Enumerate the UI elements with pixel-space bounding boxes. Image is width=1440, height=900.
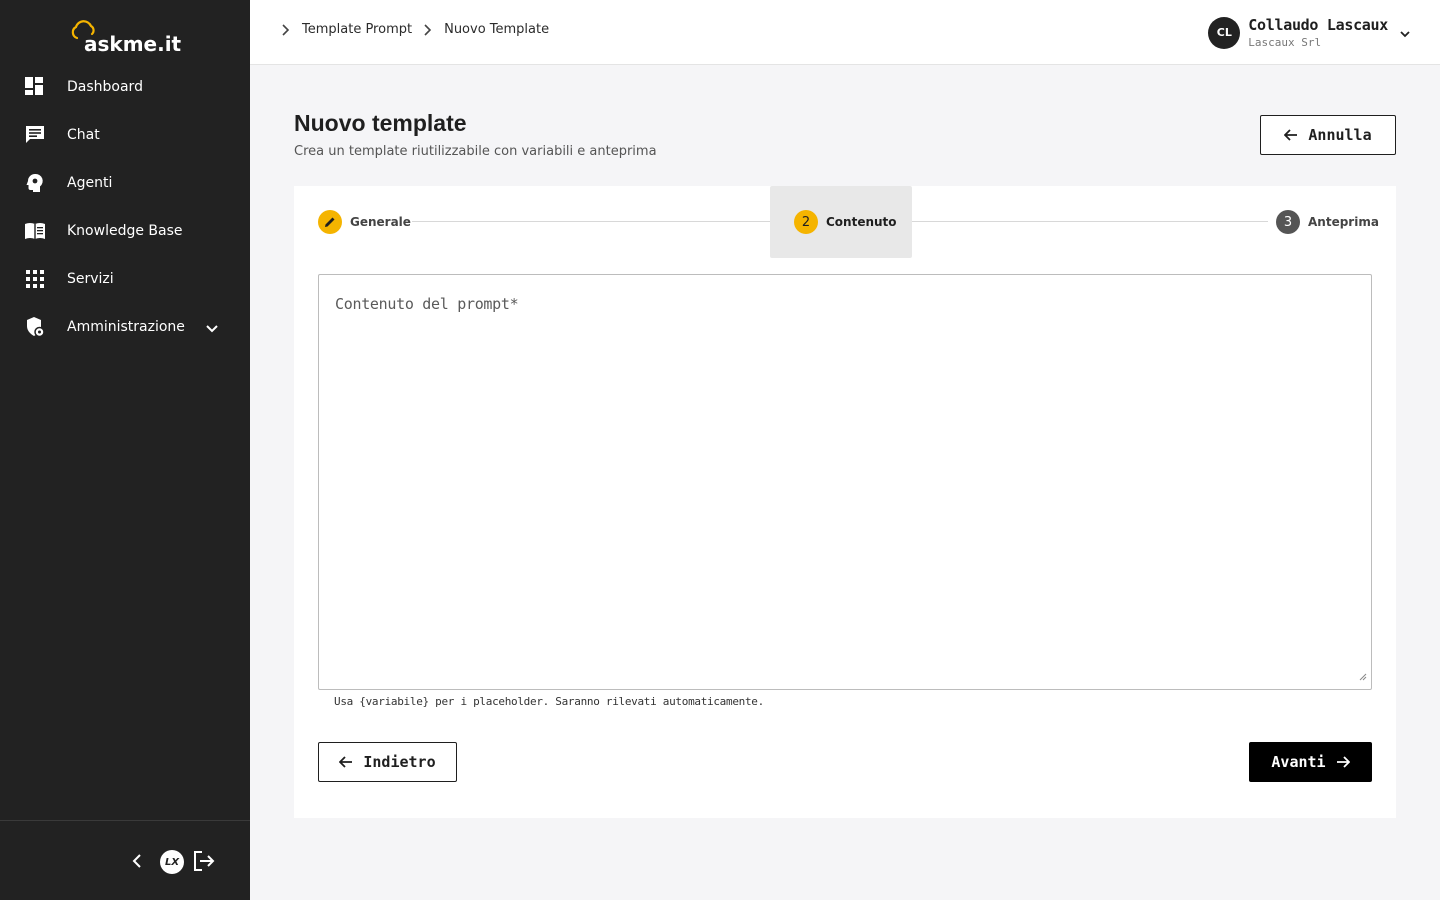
book-icon [24, 220, 46, 242]
next-button-label: Avanti [1271, 753, 1326, 771]
page-subtitle: Crea un template riutilizzabile con vari… [294, 144, 657, 159]
step-contenuto[interactable]: 2 Contenuto [794, 210, 897, 234]
step-generale[interactable]: Generale [318, 210, 411, 234]
sidebar-item-amministrazione[interactable]: Amministrazione [0, 303, 250, 351]
grid-icon [24, 268, 46, 290]
sidebar-item-label: Dashboard [67, 79, 143, 95]
step-number: 2 [794, 210, 818, 234]
edit-pencil-icon [318, 210, 342, 234]
logout-icon[interactable] [193, 851, 215, 875]
sidebar-item-label: Agenti [67, 175, 113, 191]
prompt-content-textarea[interactable]: Contenuto del prompt* [318, 274, 1372, 690]
page-title: Nuovo template [294, 110, 467, 136]
chevron-down-icon[interactable] [1400, 23, 1410, 42]
arrow-left-icon [339, 756, 353, 768]
step-label: Generale [350, 215, 411, 229]
stepper-connector [912, 221, 1268, 222]
cancel-button-label: Annulla [1308, 126, 1372, 144]
sidebar-item-agenti[interactable]: Agenti [0, 159, 250, 207]
step-number: 3 [1276, 210, 1300, 234]
resize-handle-icon[interactable] [1357, 666, 1367, 685]
collapse-sidebar-icon[interactable] [132, 853, 142, 872]
textarea-label: Contenuto del prompt* [335, 295, 519, 313]
sidebar-item-dashboard[interactable]: Dashboard [0, 63, 250, 111]
user-name: Collaudo Lascaux [1248, 16, 1388, 34]
sidebar-item-label: Knowledge Base [67, 223, 183, 239]
chevron-right-icon [282, 23, 290, 36]
helper-text: Usa {variabile} per i placeholder. Saran… [334, 695, 764, 708]
sidebar-item-label: Chat [67, 127, 100, 143]
breadcrumb-current: Nuovo Template [444, 22, 550, 37]
arrow-left-icon [1284, 129, 1298, 141]
chevron-right-icon [424, 23, 432, 36]
sidebar-item-servizi[interactable]: Servizi [0, 255, 250, 303]
back-button-label: Indietro [363, 753, 436, 771]
next-button[interactable]: Avanti [1249, 742, 1372, 782]
breadcrumb: Template Prompt Nuovo Template [282, 22, 561, 37]
step-label: Anteprima [1308, 215, 1379, 229]
chevron-down-icon[interactable] [206, 318, 218, 337]
sidebar-item-label: Servizi [67, 271, 114, 287]
cancel-button[interactable]: Annulla [1260, 115, 1396, 155]
step-anteprima[interactable]: 3 Anteprima [1276, 210, 1379, 234]
admin-shield-icon [24, 316, 46, 338]
breadcrumb-template-prompt[interactable]: Template Prompt [302, 22, 412, 37]
agent-head-icon [24, 172, 46, 194]
arrow-right-icon [1336, 756, 1350, 768]
dashboard-icon [24, 76, 46, 98]
wizard-card: Generale 2 Contenuto 3 Anteprima Contenu… [294, 186, 1396, 818]
chat-icon [24, 124, 46, 146]
sidebar-nav: Dashboard Chat Agenti Knowledge Base Ser… [0, 63, 250, 351]
lascaux-badge-icon[interactable]: LX [160, 850, 184, 874]
user-info: Collaudo Lascaux Lascaux Srl [1248, 16, 1388, 49]
sidebar-footer: LX [0, 820, 250, 900]
sidebar-item-chat[interactable]: Chat [0, 111, 250, 159]
step-label: Contenuto [826, 215, 897, 229]
sidebar-item-label: Amministrazione [67, 319, 185, 335]
sidebar: askme.it Dashboard Chat Agenti Knowledge… [0, 0, 250, 900]
user-org: Lascaux Srl [1248, 36, 1322, 49]
app-logo[interactable]: askme.it [70, 18, 181, 56]
topbar: Template Prompt Nuovo Template CL Collau… [250, 0, 1440, 65]
user-menu[interactable]: CL Collaudo Lascaux Lascaux Srl [1208, 16, 1410, 49]
sidebar-item-knowledge-base[interactable]: Knowledge Base [0, 207, 250, 255]
back-button[interactable]: Indietro [318, 742, 457, 782]
logo-text: askme.it [84, 32, 182, 56]
stepper-connector [412, 221, 770, 222]
avatar: CL [1208, 16, 1241, 49]
